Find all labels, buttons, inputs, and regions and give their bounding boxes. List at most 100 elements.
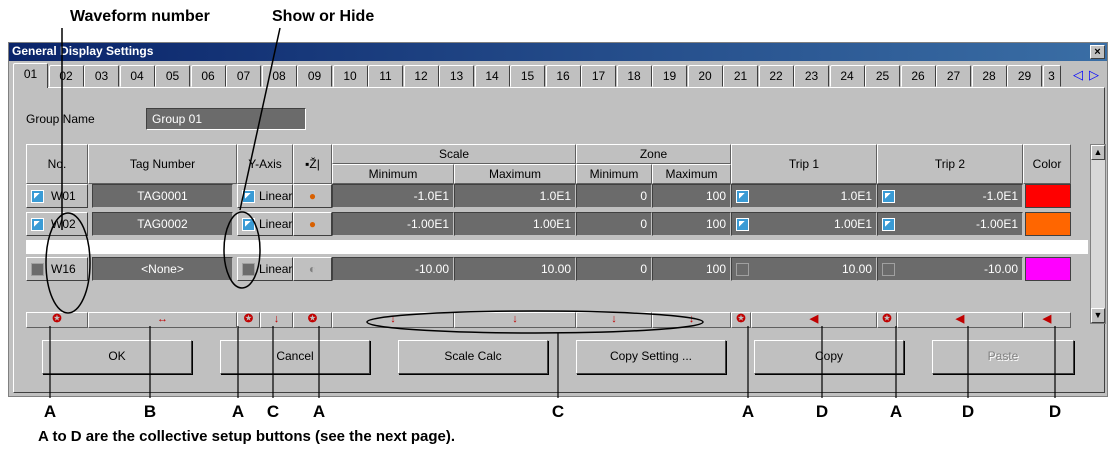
tab-next-icon[interactable]: ▷ <box>1089 67 1099 83</box>
trip2-checkbox[interactable] <box>882 263 895 276</box>
tab-7[interactable]: 07 <box>226 65 261 87</box>
batch-show-icon[interactable]: ✪ <box>237 312 260 328</box>
tab-5[interactable]: 05 <box>155 65 190 87</box>
tab-prev-icon[interactable]: ◁ <box>1073 67 1083 83</box>
show-hide-checkbox[interactable] <box>242 263 255 276</box>
tag-number-cell[interactable]: TAG0001 <box>92 184 233 208</box>
tag-number-cell[interactable]: <None> <box>92 257 233 281</box>
tab-11[interactable]: 11 <box>368 65 403 87</box>
trip2-cell[interactable]: -1.0E1 <box>877 184 1023 208</box>
tab-28[interactable]: 28 <box>971 65 1007 87</box>
close-icon[interactable]: × <box>1090 45 1105 59</box>
tab-17[interactable]: 17 <box>581 65 616 87</box>
trip1-checkbox[interactable] <box>736 218 749 231</box>
show-hide-checkbox[interactable] <box>242 218 255 231</box>
batch-scale-min-icon[interactable]: ↓ <box>332 312 454 328</box>
trip2-cell[interactable]: -10.00 <box>877 257 1023 281</box>
tab-10[interactable]: 10 <box>332 65 368 87</box>
batch-y-axis-icon[interactable]: ↓ <box>260 312 293 328</box>
col-scale-max-header: Maximum <box>454 164 576 184</box>
tab-27[interactable]: 27 <box>936 65 971 87</box>
tab-13[interactable]: 13 <box>439 65 474 87</box>
batch-trip2-icon[interactable]: ◀ <box>897 312 1023 328</box>
tab-1[interactable]: 01 <box>13 63 48 88</box>
copy-setting-button[interactable]: Copy Setting ... <box>576 340 726 374</box>
show-hide-checkbox[interactable] <box>242 190 255 203</box>
scroll-down-icon[interactable]: ▼ <box>1091 308 1105 323</box>
batch-trip1-icon[interactable]: ◀ <box>751 312 877 328</box>
batch-color-icon[interactable]: ◀ <box>1023 312 1071 328</box>
tab-4[interactable]: 04 <box>119 65 155 87</box>
zone-max-cell[interactable]: 100 <box>652 212 731 236</box>
line-type-icon[interactable]: ● <box>293 212 332 236</box>
line-type-icon[interactable]: ● <box>293 184 332 208</box>
tab-8[interactable]: 08 <box>261 65 297 87</box>
batch-scale-max-icon[interactable]: ↓ <box>454 312 576 328</box>
waveform-enable-checkbox[interactable] <box>31 218 44 231</box>
tab-18[interactable]: 18 <box>616 65 652 87</box>
color-swatch[interactable] <box>1025 257 1071 281</box>
tab-2[interactable]: 02 <box>48 65 84 87</box>
tab-12[interactable]: 12 <box>403 65 439 87</box>
trip2-checkbox[interactable] <box>882 190 895 203</box>
batch-trip1-on-icon[interactable]: ✪ <box>731 312 751 328</box>
trip1-cell[interactable]: 1.0E1 <box>731 184 877 208</box>
zone-max-cell[interactable]: 100 <box>652 184 731 208</box>
line-type-icon[interactable]: ◐ <box>293 257 332 281</box>
ok-button[interactable]: OK <box>42 340 192 374</box>
tag-number-cell[interactable]: TAG0002 <box>92 212 233 236</box>
trip1-cell[interactable]: 1.00E1 <box>731 212 877 236</box>
group-name-field[interactable]: Group 01 <box>146 108 306 130</box>
tab-16[interactable]: 16 <box>545 65 581 87</box>
trip1-checkbox[interactable] <box>736 263 749 276</box>
tab-21[interactable]: 21 <box>723 65 758 87</box>
color-swatch[interactable] <box>1025 212 1071 236</box>
trip1-cell[interactable]: 10.00 <box>731 257 877 281</box>
trip2-cell[interactable]: -1.00E1 <box>877 212 1023 236</box>
copy-button[interactable]: Copy <box>754 340 904 374</box>
tab-14[interactable]: 14 <box>474 65 510 87</box>
batch-trip2-on-icon[interactable]: ✪ <box>877 312 897 328</box>
tab-26[interactable]: 26 <box>900 65 936 87</box>
scale-calc-button[interactable]: Scale Calc <box>398 340 548 374</box>
waveform-enable-checkbox[interactable] <box>31 263 44 276</box>
scale-max-cell[interactable]: 10.00 <box>454 257 576 281</box>
y-axis-cell[interactable]: Linear <box>237 212 293 236</box>
scale-max-cell[interactable]: 1.0E1 <box>454 184 576 208</box>
tab-29[interactable]: 29 <box>1007 65 1042 87</box>
scale-min-cell[interactable]: -1.00E1 <box>332 212 454 236</box>
y-axis-cell[interactable]: Linear <box>237 257 293 281</box>
zone-max-cell[interactable]: 100 <box>652 257 731 281</box>
tab-6[interactable]: 06 <box>190 65 226 87</box>
waveform-table: No. Tag Number Y-Axis ▪Ž| Scale Minimum … <box>26 144 1088 328</box>
vertical-scrollbar[interactable]: ▲ ▼ <box>1090 144 1106 324</box>
batch-zone-max-icon[interactable]: ↓ <box>652 312 731 328</box>
zone-min-cell[interactable]: 0 <box>576 257 652 281</box>
waveform-enable-checkbox[interactable] <box>31 190 44 203</box>
scale-max-cell[interactable]: 1.00E1 <box>454 212 576 236</box>
batch-line-type-icon[interactable]: ✪ <box>293 312 332 328</box>
zone-min-cell[interactable]: 0 <box>576 212 652 236</box>
color-swatch[interactable] <box>1025 184 1071 208</box>
batch-zone-min-icon[interactable]: ↓ <box>576 312 652 328</box>
trip2-checkbox[interactable] <box>882 218 895 231</box>
tab-15[interactable]: 15 <box>510 65 545 87</box>
tab-25[interactable]: 25 <box>865 65 900 87</box>
tab-30[interactable]: 3 <box>1042 65 1061 87</box>
tab-20[interactable]: 20 <box>687 65 723 87</box>
scroll-up-icon[interactable]: ▲ <box>1091 145 1105 160</box>
trip1-checkbox[interactable] <box>736 190 749 203</box>
scale-min-cell[interactable]: -1.0E1 <box>332 184 454 208</box>
batch-reset-no-icon[interactable]: ✪ <box>26 312 88 328</box>
tab-23[interactable]: 23 <box>794 65 829 87</box>
tab-24[interactable]: 24 <box>829 65 865 87</box>
tab-19[interactable]: 19 <box>652 65 687 87</box>
tab-3[interactable]: 03 <box>84 65 119 87</box>
cancel-button[interactable]: Cancel <box>220 340 370 374</box>
tab-22[interactable]: 22 <box>758 65 794 87</box>
batch-tag-icon[interactable]: ↔ <box>88 312 237 328</box>
zone-min-cell[interactable]: 0 <box>576 184 652 208</box>
tab-9[interactable]: 09 <box>297 65 332 87</box>
scale-min-cell[interactable]: -10.00 <box>332 257 454 281</box>
y-axis-cell[interactable]: Linear <box>237 184 293 208</box>
